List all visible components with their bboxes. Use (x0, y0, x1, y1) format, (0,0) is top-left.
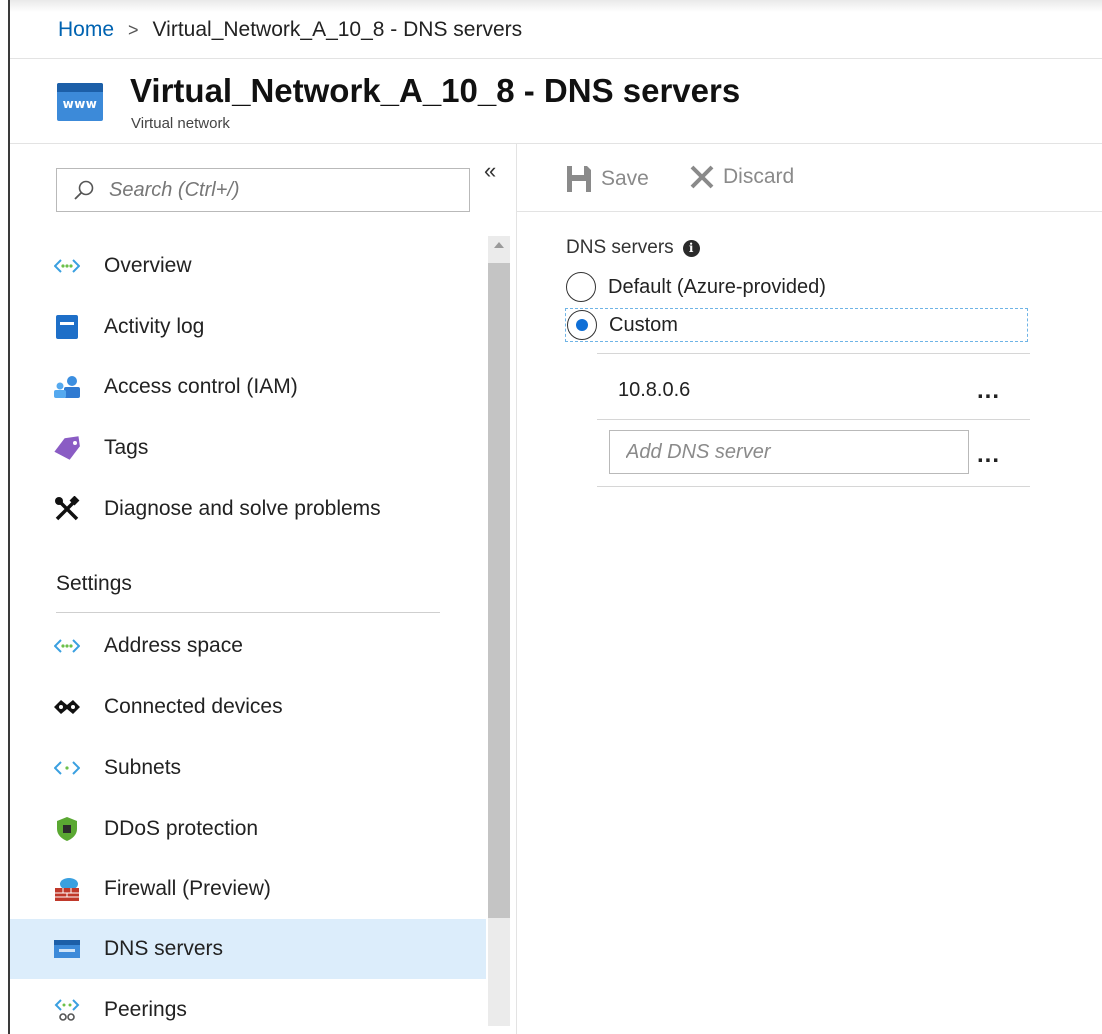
radio-custom-label: Custom (609, 313, 678, 336)
sidebar-item-label: Overview (104, 254, 192, 277)
more-options-button[interactable]: ... (977, 377, 1000, 405)
scroll-up-arrow-icon[interactable] (494, 242, 504, 248)
save-label: Save (601, 167, 649, 190)
sidebar-divider (516, 144, 517, 1034)
breadcrumb: Home > Virtual_Network_A_10_8 - DNS serv… (58, 18, 522, 42)
sidebar-item-label: Address space (104, 634, 243, 657)
page-title: Virtual_Network_A_10_8 - DNS servers (130, 72, 741, 109)
radio-default-azure[interactable]: Default (Azure-provided) (566, 272, 826, 302)
breadcrumb-home-link[interactable]: Home (58, 18, 114, 42)
network-arrows-icon (52, 251, 82, 281)
virtual-network-icon: www (57, 83, 103, 121)
radio-button[interactable] (566, 272, 596, 302)
radio-custom[interactable]: Custom (565, 308, 1028, 342)
collapse-sidebar-button[interactable]: « (484, 158, 496, 184)
dns-server-value: 10.8.0.6 (618, 379, 691, 401)
sidebar-item-label: Diagnose and solve problems (104, 497, 381, 520)
save-button[interactable]: Save (565, 164, 649, 194)
add-dns-server-input[interactable] (609, 430, 969, 474)
page-subtitle: Virtual network (131, 115, 230, 132)
command-bar: Save Discard (517, 144, 1102, 212)
sidebar-item-address-space[interactable]: Address space (10, 616, 486, 676)
top-shadow (10, 0, 1102, 12)
activity-log-icon (52, 312, 82, 342)
sidebar-item-overview[interactable]: Overview (10, 236, 486, 296)
search-input[interactable] (109, 178, 449, 202)
row-divider (597, 486, 1030, 487)
settings-section-title: Settings (56, 572, 132, 595)
dns-servers-label-text: DNS servers (566, 237, 674, 258)
sidebar-item-access-control[interactable]: Access control (IAM) (10, 357, 486, 417)
sidebar-item-activity-log[interactable]: Activity log (10, 297, 486, 357)
sidebar-item-label: Peerings (104, 998, 187, 1021)
sidebar-item-label: Access control (IAM) (104, 375, 298, 398)
radio-selected-dot (576, 319, 588, 331)
breadcrumb-current: Virtual_Network_A_10_8 - DNS servers (152, 18, 523, 41)
sidebar-scrollbar[interactable] (488, 236, 510, 1026)
shield-icon (52, 814, 82, 844)
sidebar-item-dns-servers[interactable]: DNS servers (10, 919, 486, 979)
dns-icon (52, 934, 82, 964)
info-icon[interactable]: i (682, 239, 700, 257)
row-divider (597, 353, 1030, 354)
firewall-icon (52, 874, 82, 904)
search-icon (74, 180, 94, 200)
row-divider (597, 419, 1030, 420)
sidebar: « Overview Activity log Access control (… (10, 144, 516, 1034)
tag-icon (52, 433, 82, 463)
sidebar-item-label: DDoS protection (104, 817, 259, 840)
sidebar-item-ddos-protection[interactable]: DDoS protection (10, 799, 486, 859)
sidebar-item-peerings[interactable]: Peerings (10, 980, 486, 1034)
breadcrumb-divider (10, 58, 1102, 59)
sidebar-item-label: Activity log (104, 315, 205, 338)
search-box (56, 168, 470, 212)
sidebar-item-connected-devices[interactable]: Connected devices (10, 677, 486, 737)
network-arrows-icon (52, 631, 82, 661)
plug-icon (52, 692, 82, 722)
people-icon (52, 372, 82, 402)
radio-default-label: Default (Azure-provided) (608, 275, 826, 298)
sidebar-item-label: Firewall (Preview) (104, 877, 271, 900)
sidebar-item-label: Connected devices (104, 695, 283, 718)
discard-button[interactable]: Discard (689, 164, 794, 190)
peerings-icon (52, 995, 82, 1025)
sidebar-item-label: Tags (104, 436, 149, 459)
icon-text: www (62, 97, 98, 111)
sidebar-item-label: Subnets (104, 756, 182, 779)
settings-divider (56, 612, 440, 613)
sidebar-item-subnets[interactable]: Subnets (10, 738, 486, 798)
scrollbar-thumb[interactable] (488, 263, 510, 918)
discard-label: Discard (723, 165, 795, 188)
sidebar-item-firewall[interactable]: Firewall (Preview) (10, 859, 486, 919)
sidebar-item-label: DNS servers (104, 937, 224, 960)
close-icon (690, 165, 714, 189)
tools-icon (52, 494, 82, 524)
dns-servers-label: DNS servers i (566, 237, 700, 259)
breadcrumb-chevron-icon: > (128, 19, 139, 40)
save-icon (567, 166, 591, 192)
radio-button-selected[interactable] (567, 310, 597, 340)
brackets-icon (52, 753, 82, 783)
sidebar-item-tags[interactable]: Tags (10, 418, 486, 478)
more-options-button[interactable]: ... (977, 441, 1000, 469)
sidebar-item-diagnose[interactable]: Diagnose and solve problems (10, 479, 486, 539)
